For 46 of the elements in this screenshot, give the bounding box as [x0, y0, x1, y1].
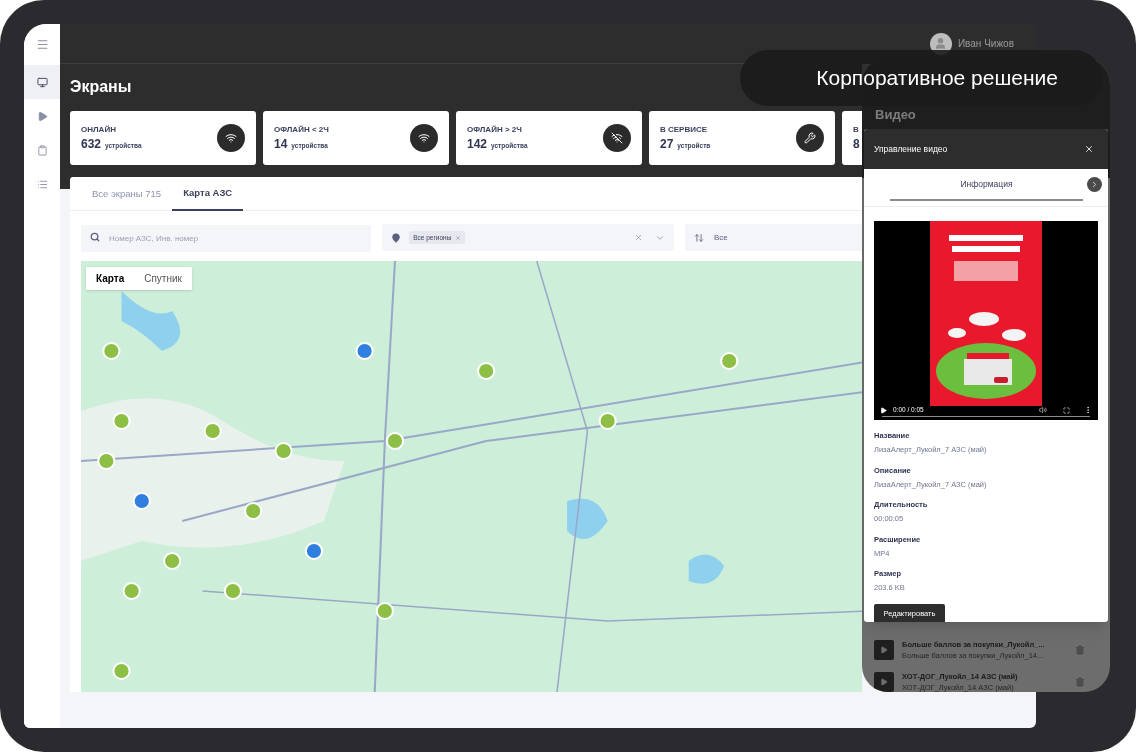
pin-icon [391, 232, 402, 243]
more-icon[interactable] [1084, 406, 1092, 415]
play-icon [880, 678, 888, 686]
clipboard-icon [36, 144, 48, 156]
panel-title: Видео [875, 107, 916, 122]
map-type-button[interactable]: Спутник [134, 267, 192, 290]
stat-title: ОФЛАЙН > 2Ч [467, 124, 523, 136]
caption-text: Корпоративное решение [816, 65, 1058, 92]
stat-count: 632 [81, 136, 102, 152]
wifi-icon [217, 124, 245, 152]
clear-icon[interactable] [633, 233, 643, 242]
trash-icon[interactable] [1075, 677, 1085, 687]
monitor-icon [36, 76, 48, 88]
menu-icon [35, 37, 49, 51]
tab[interactable]: Информация [890, 169, 1083, 201]
fullscreen-icon[interactable] [1063, 406, 1070, 414]
play-icon [36, 110, 48, 122]
sort-value: Все [713, 231, 728, 244]
user-name: Иван Чижов [957, 37, 1014, 51]
search-icon [90, 232, 100, 242]
wifi-off-icon [603, 124, 631, 152]
tab[interactable]: Карта АЗС [172, 177, 244, 211]
search-field[interactable]: Номер АЗС, Инв. номер [81, 225, 372, 252]
map-type-button[interactable]: Карта [86, 267, 135, 290]
stat-title: ОНЛАЙН [81, 124, 117, 136]
stat-title: ОФЛАЙН < 2Ч [274, 124, 329, 136]
play-icon [880, 646, 888, 654]
map[interactable]: Карта Спутник [81, 261, 862, 692]
stat-count: 14 [274, 136, 288, 152]
wrench-icon [796, 124, 824, 152]
stat-title: В [853, 124, 860, 136]
stat-count: 27 [660, 136, 674, 152]
play-button[interactable] [874, 672, 894, 692]
play-icon[interactable] [880, 406, 887, 414]
chevron-right-icon[interactable] [1087, 177, 1102, 192]
sort-select[interactable]: Все [684, 224, 862, 251]
wifi-icon [410, 124, 438, 152]
dialog-title: Управление видео [874, 142, 948, 156]
trash-icon[interactable] [1075, 645, 1085, 655]
list-icon [36, 178, 48, 190]
stat-count: 142 [467, 136, 488, 152]
volume-icon[interactable] [1039, 406, 1047, 415]
sort-icon [693, 232, 704, 243]
stat-count: 8 [853, 136, 860, 152]
close-icon[interactable] [1084, 144, 1094, 154]
stat-title: В СЕРВИСЕ [660, 124, 709, 136]
